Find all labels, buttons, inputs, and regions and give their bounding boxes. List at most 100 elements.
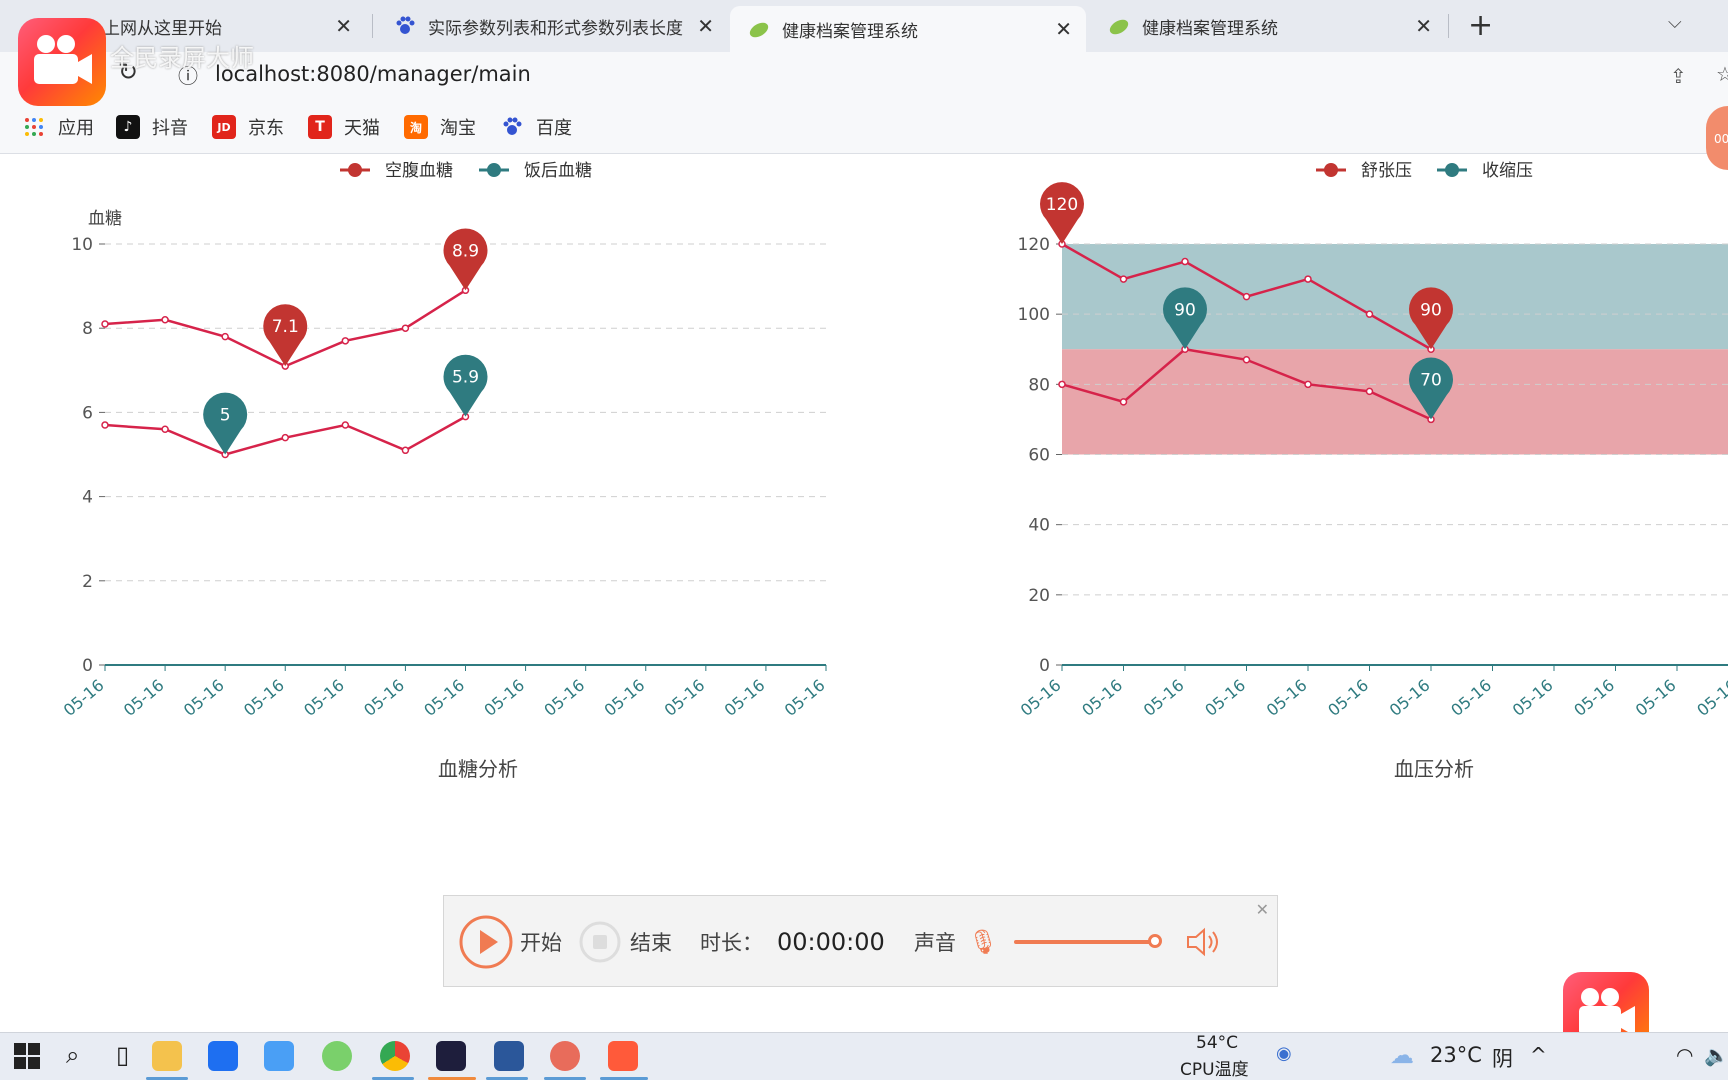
mic-volume-handle[interactable] [1148,934,1162,948]
y-tick-label: 0 [82,656,93,676]
intellij-icon[interactable] [436,1041,466,1071]
sound-label: 声音 [914,931,956,955]
file-explorer-icon[interactable] [152,1041,182,1071]
data-point [221,332,229,341]
record-start-button[interactable]: 开始 [458,896,562,988]
bookmark-apps[interactable]: 应用 [22,114,94,140]
y-tick-label: 0 [1039,656,1050,676]
tab-health[interactable]: 健康档案管理系统 ✕ [1090,6,1446,46]
y-tick-label: 40 [1028,516,1050,536]
apps-grid-icon [22,115,46,139]
data-point [161,316,169,324]
cpu-temp: 54°C [1196,1033,1239,1053]
chart-1: 0 2 4 6 8 10 05-16 05-16 05-16 05-16 05-16 05-16 05-… [60,161,829,781]
legend-swatch-dot [1324,163,1338,177]
tab-title: 健康档案管理系统 [782,21,918,42]
data-point [281,433,289,442]
x-tick-label: 05-16 [540,676,588,720]
y-tick-label: 6 [82,403,93,423]
chrome-icon[interactable] [380,1041,410,1071]
camera-icon [34,35,92,84]
duration-value: 00:00:00 [777,928,885,956]
mark-point-label: 70 [1420,370,1442,390]
chevron-down-icon[interactable]: ⌵ [1668,12,1682,33]
x-tick-label: 05-16 [721,676,769,720]
wifi-icon[interactable]: ◠ [1676,1043,1693,1067]
data-point [1304,380,1312,389]
x-tick-label: 05-16 [1017,676,1065,720]
record-stop-button[interactable]: 结束 [578,896,672,988]
bookmark-baidu[interactable]: 百度 [500,114,572,140]
y-tick-label: 20 [1028,586,1050,606]
legend-label: 收缩压 [1482,161,1533,181]
chevron-up-icon[interactable]: ^ [1530,1043,1547,1067]
close-icon[interactable]: ✕ [1256,900,1269,919]
bookmark-tmall[interactable]: T 天猫 [308,114,380,140]
browser-icon[interactable] [322,1041,352,1071]
x-tick-label: 05-16 [360,676,408,720]
y-tick-label: 8 [82,319,93,339]
mark-point-label: 5 [220,406,231,426]
data-point [1304,275,1312,283]
bookmark-label: 百度 [536,118,572,139]
snipping-icon[interactable] [550,1041,580,1071]
x-tick-label: 05-16 [661,676,709,720]
y-tick-label: 80 [1028,375,1050,395]
data-point [101,421,109,429]
x-tick-label: 05-16 [480,676,528,720]
bookmark-jd[interactable]: JD 京东 [212,114,284,140]
star-icon[interactable]: ☆ [1716,62,1728,86]
tab-separator [372,14,373,38]
x-tick-label: 05-16 [600,676,648,720]
x-tick-label: 05-16 [60,676,108,720]
word-icon[interactable] [494,1041,524,1071]
share-icon[interactable]: ⇪ [1670,64,1687,88]
x-tick-label: 05-16 [1447,676,1495,720]
y-axis-label: 血糖 [88,209,122,229]
bookmark-douyin[interactable]: ♪ 抖音 [116,114,188,140]
mark-point-label: 90 [1420,300,1442,320]
leaf-icon [1108,15,1130,37]
network-app-icon[interactable]: ◉ [1276,1043,1292,1064]
close-icon[interactable]: ✕ [697,14,714,38]
microphone-icon[interactable]: 🎙 [968,896,998,988]
cpu-label: CPU温度 [1180,1060,1249,1080]
legend-swatch-dot [348,163,362,177]
x-tick-label: 05-16 [1632,676,1680,720]
todo-app-icon[interactable] [208,1041,238,1071]
close-icon[interactable]: ✕ [335,14,352,38]
task-view-icon[interactable]: ▯ [116,1041,129,1069]
url-field[interactable]: localhost:8080/manager/main [215,62,531,86]
close-icon[interactable]: ✕ [1415,14,1432,38]
volume-icon[interactable]: 🔈 [1704,1043,1728,1067]
tab-params[interactable]: 实际参数列表和形式参数列表长度 ✕ [376,6,728,46]
search-icon[interactable]: ⌕ [66,1041,79,1069]
y-tick-label: 120 [1018,235,1050,255]
bookmark-label: 应用 [58,118,94,139]
y-tick-label: 4 [82,488,93,508]
tab-health-active[interactable]: 健康档案管理系统 ✕ [730,6,1086,52]
bookmark-label: 京东 [248,118,284,139]
windows-start-icon[interactable] [14,1043,40,1074]
recorder-app-icon[interactable] [608,1041,638,1071]
store-icon[interactable] [264,1041,294,1071]
new-tab-button[interactable]: + [1468,8,1493,43]
leaf-icon [748,18,770,40]
data-point [1119,275,1128,283]
baidu-paw-icon [500,115,524,139]
tab-title: 健康档案管理系统 [1142,18,1278,39]
y-tick-label: 2 [82,572,93,592]
bookmark-taobao[interactable]: 淘 淘宝 [404,114,476,140]
legend-label: 空腹血糖 [385,161,453,181]
close-icon[interactable]: ✕ [1055,17,1072,41]
mark-area-band [1062,244,1728,350]
speaker-icon[interactable] [1186,896,1220,988]
bookmarks-bar: 应用 ♪ 抖音 JD 京东 T 天猫 淘 淘宝 百度 [0,102,1728,154]
mic-volume-slider[interactable] [1014,940,1154,944]
data-point [1119,398,1128,406]
bookmark-label: 天猫 [344,118,380,139]
data-point [401,446,410,455]
data-point [1058,380,1066,389]
mark-point-label: 5.9 [452,368,479,388]
taobao-icon: 淘 [404,115,428,139]
